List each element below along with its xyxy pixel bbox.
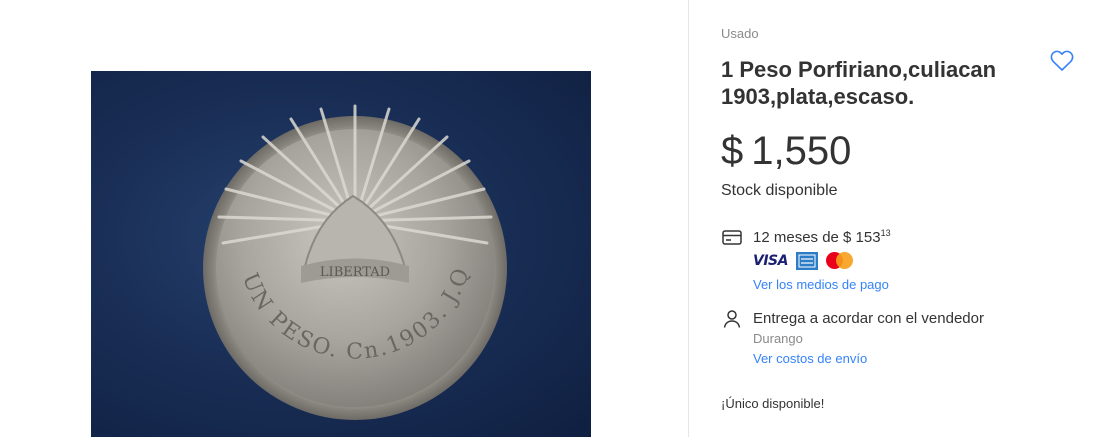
credit-card-icon <box>721 226 743 248</box>
price: $ 1,550 <box>721 128 851 174</box>
installments-text: 12 meses de $ 153 <box>753 229 881 246</box>
availability-note: ¡Único disponible! <box>721 396 825 411</box>
price-currency: $ <box>721 129 744 173</box>
amex-logo <box>795 252 818 270</box>
coin-image: LIBERTAD UN PESO. Cn.1903. J.Q. 902.7 <box>91 71 507 420</box>
image-gallery: LIBERTAD UN PESO. Cn.1903. J.Q. 902.7 <box>0 0 688 437</box>
mastercard-logo <box>825 252 854 270</box>
payment-methods-link[interactable]: Ver los medios de pago <box>753 277 889 292</box>
favorite-heart-icon[interactable] <box>1050 50 1074 72</box>
payment-brands: VISA <box>753 251 854 271</box>
product-title: 1 Peso Porfiriano,culiacan 1903,plata,es… <box>721 57 997 109</box>
installments-cents: 13 <box>880 228 891 238</box>
stock-status: Stock disponible <box>721 182 838 199</box>
installments-info: 12 meses de $ 15313 <box>753 228 891 246</box>
cap-inscription: LIBERTAD <box>320 265 390 280</box>
item-condition: Usado <box>721 26 759 41</box>
product-info-panel: Usado 1 Peso Porfiriano,culiacan 1903,pl… <box>721 0 1081 437</box>
shipping-method: Entrega a acordar con el vendedor <box>753 310 984 327</box>
seller-location: Durango <box>753 331 803 346</box>
shipping-costs-link[interactable]: Ver costos de envío <box>753 351 867 366</box>
price-amount: 1,550 <box>751 129 852 173</box>
visa-logo: VISA <box>753 253 788 269</box>
person-icon <box>721 308 743 330</box>
column-divider <box>688 0 689 437</box>
product-photo[interactable]: LIBERTAD UN PESO. Cn.1903. J.Q. 902.7 <box>91 71 591 437</box>
